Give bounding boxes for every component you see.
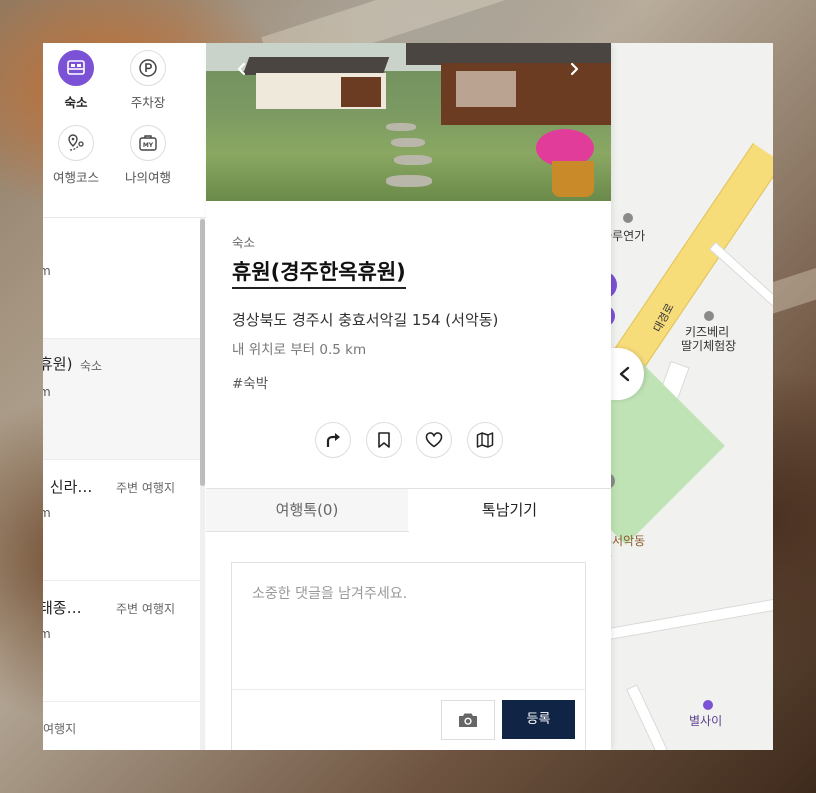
list-item-tag: 숙소 — [80, 359, 103, 373]
tab-travel-talk[interactable]: 여행톡(0) — [206, 488, 409, 532]
category-parking[interactable]: 주차장 — [113, 50, 183, 111]
like-button[interactable] — [416, 422, 452, 458]
place-address: 경상북도 경주시 충효서악길 154 (서악동) — [232, 311, 499, 329]
left-panel: 숙소 주차장 여행코스 MY 나의여행 m 휴원) 숙소 m ! 신라… 주변 … — [43, 43, 207, 750]
list-item-distance: m — [43, 264, 51, 278]
bed-icon — [67, 60, 85, 75]
list-item-distance: m — [43, 627, 51, 641]
svg-text:MY: MY — [143, 142, 154, 149]
list-item-title: 휴원) — [43, 355, 73, 373]
camera-icon — [459, 713, 477, 727]
comment-input[interactable] — [232, 563, 595, 693]
comment-tabs: 여행톡(0) 톡남기기 — [206, 488, 611, 532]
directions-button[interactable] — [315, 422, 351, 458]
category-lodging[interactable]: 숙소 — [43, 50, 111, 111]
directions-icon — [326, 433, 340, 447]
list-item-title: 태종… — [43, 599, 82, 617]
category-label: 나의여행 — [124, 170, 171, 185]
category-label: 여행코스 — [52, 170, 99, 185]
parking-icon — [139, 59, 157, 77]
list-item-tag: 주변 여행지 — [116, 602, 176, 616]
list-item-title: ! 신라… — [43, 478, 93, 496]
side-road — [709, 241, 773, 325]
list-item[interactable]: 여행지 — [43, 702, 201, 750]
bookmark-icon — [378, 432, 390, 448]
chevron-right-icon — [570, 62, 579, 76]
category-course[interactable]: 여행코스 — [43, 125, 111, 186]
list-item[interactable]: ! 신라… 주변 여행지 m — [43, 460, 201, 581]
list-item-tag: 주변 여행지 — [116, 481, 176, 495]
list-item-distance: m — [43, 385, 51, 399]
poi-pin[interactable] — [623, 213, 633, 223]
category-label: 주차장 — [130, 95, 166, 110]
my-trip-icon: MY — [139, 135, 157, 151]
list-item[interactable]: m — [43, 218, 201, 339]
place-photo[interactable] — [206, 43, 611, 201]
list-item[interactable]: 휴원) 숙소 m — [43, 339, 201, 460]
chevron-left-icon — [237, 62, 246, 76]
place-title: 휴원(경주한옥휴원) — [232, 256, 406, 289]
side-road — [603, 595, 773, 643]
place-distance: 내 위치로 부터 0.5 km — [232, 342, 367, 358]
route-icon — [68, 134, 84, 151]
app-window: 하루연가 키즈베리 딸기체험장 대경로 주서악동 부 별사이 — [43, 43, 773, 750]
poi-pin[interactable] — [704, 311, 714, 321]
tab-write-talk[interactable]: 톡남기기 — [408, 488, 611, 531]
list-item-distance: m — [43, 506, 51, 520]
map-label-2: 키즈베리 — [685, 325, 730, 339]
place-category: 숙소 — [232, 235, 256, 250]
divider — [232, 689, 585, 690]
detail-panel: 숙소 휴원(경주한옥휴원) 경상북도 경주시 충효서악길 154 (서악동) 내… — [206, 43, 611, 750]
view-map-button[interactable] — [467, 422, 503, 458]
chevron-left-icon — [619, 366, 630, 382]
map-label-3: 딸기체험장 — [681, 339, 737, 353]
category-label: 숙소 — [64, 95, 88, 110]
photo-prev-button[interactable] — [230, 57, 254, 81]
list-item-tag: 여행지 — [43, 722, 77, 736]
map-icon — [476, 432, 494, 448]
scrollbar-thumb[interactable] — [200, 219, 205, 486]
category-my-trip[interactable]: MY 나의여행 — [113, 125, 183, 186]
heart-icon — [425, 432, 443, 448]
photo-next-button[interactable] — [562, 57, 586, 81]
poi-pin[interactable] — [703, 700, 713, 710]
list-item[interactable]: 태종… 주변 여행지 m — [43, 581, 201, 702]
place-hashtag[interactable]: #숙박 — [232, 372, 268, 392]
side-road — [626, 684, 672, 750]
submit-button[interactable]: 등록 — [502, 700, 575, 739]
attach-photo-button[interactable] — [441, 700, 495, 740]
comment-box: 등록 — [231, 562, 595, 750]
bookmark-button[interactable] — [366, 422, 402, 458]
map-label-6: 별사이 — [689, 714, 723, 728]
